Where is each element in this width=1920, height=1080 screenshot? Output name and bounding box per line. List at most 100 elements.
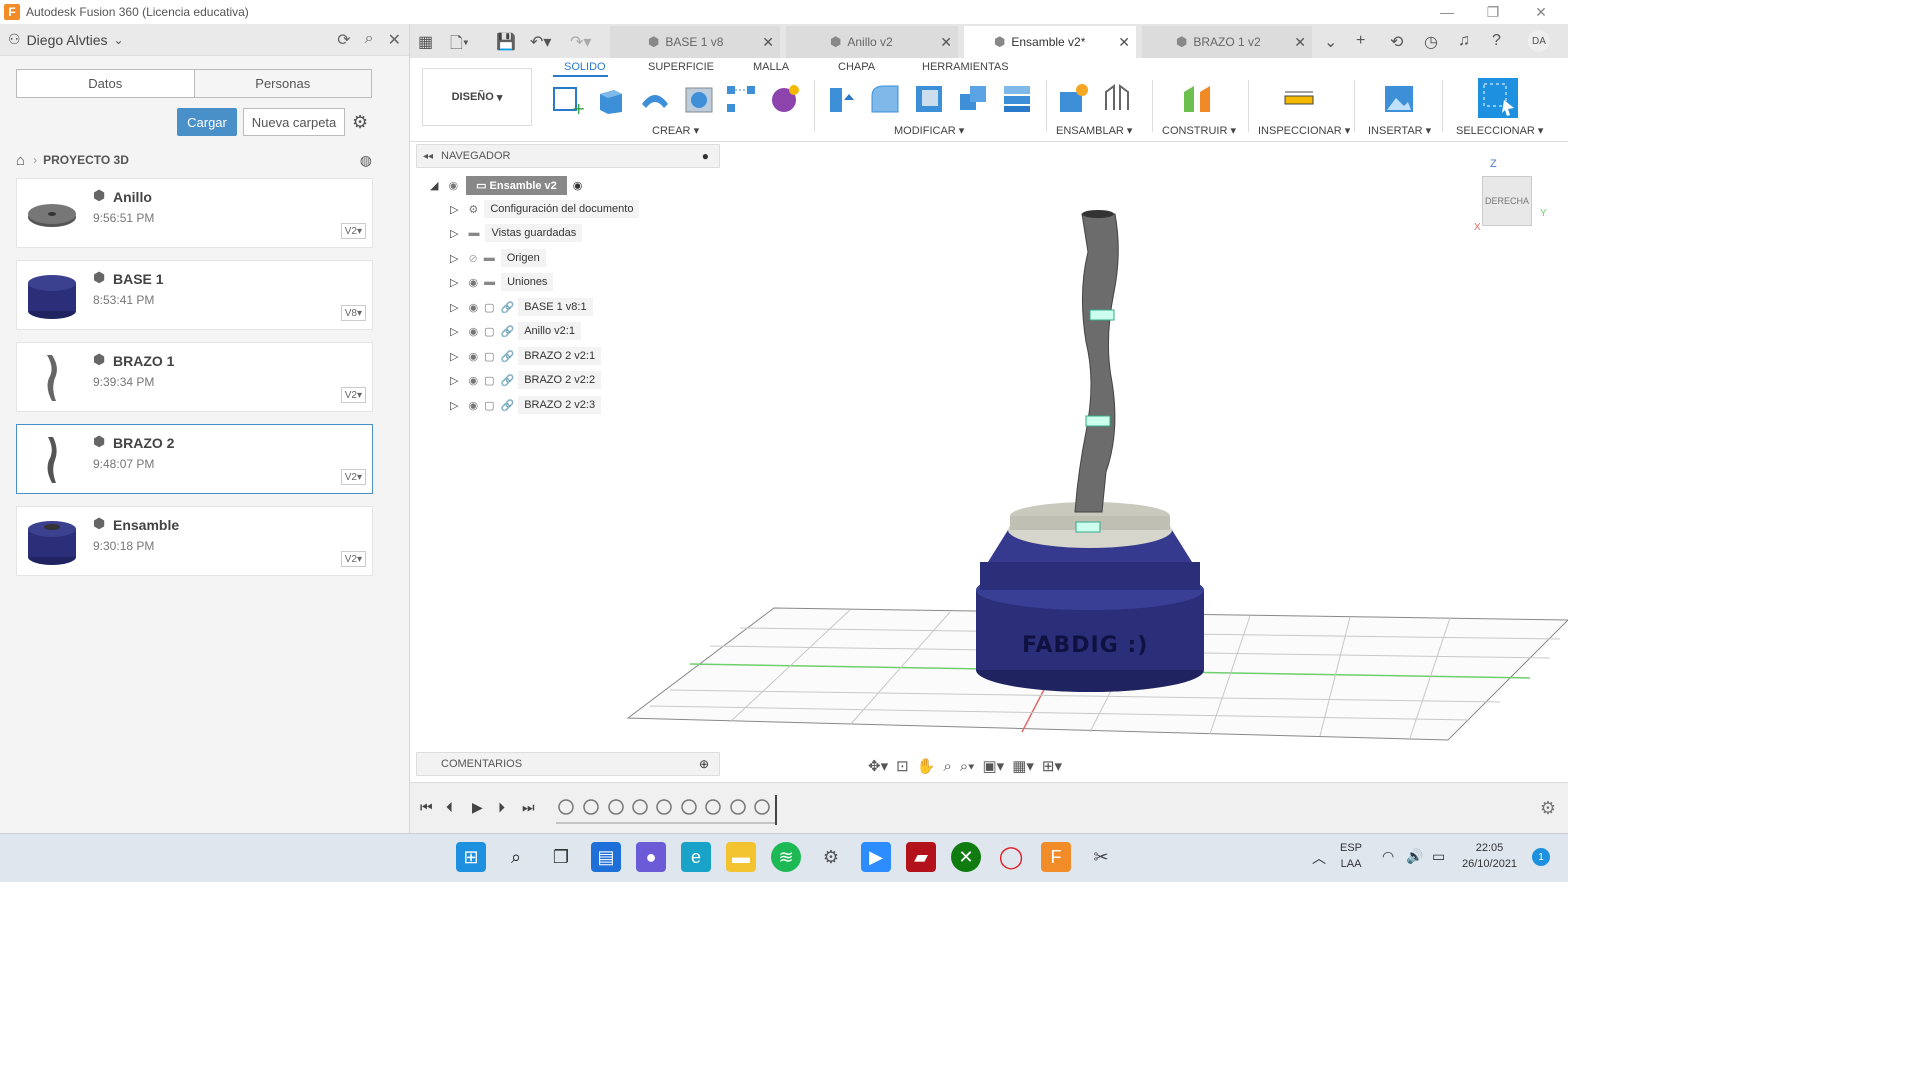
joint-icon[interactable]: [1100, 82, 1134, 116]
play-icon[interactable]: ▶: [472, 799, 483, 816]
version-dropdown[interactable]: V2 ▾: [340, 469, 366, 485]
close-button[interactable]: ✕: [1518, 0, 1564, 24]
settings-icon[interactable]: ⚙: [816, 842, 846, 872]
collapsed-triangle-icon[interactable]: ▷: [450, 325, 458, 338]
look-at-icon[interactable]: ⊡: [896, 757, 909, 775]
avatar[interactable]: DA: [1528, 30, 1550, 52]
group-inspeccionar[interactable]: INSPECCIONAR ▾: [1258, 124, 1350, 137]
radio-icon[interactable]: ◉: [573, 179, 583, 192]
hole-icon[interactable]: [682, 82, 716, 116]
doc-tab-active[interactable]: ⬢ Ensamble v2* ✕: [964, 26, 1136, 58]
offset-plane-icon[interactable]: [1180, 82, 1214, 116]
home-icon[interactable]: ⌂: [16, 152, 25, 169]
group-insertar[interactable]: INSERTAR ▾: [1368, 124, 1431, 137]
viewports-icon[interactable]: ⊞▾: [1042, 757, 1062, 775]
tree-item[interactable]: ▷ ⊘ ▬ Origen: [450, 247, 546, 269]
minimize-button[interactable]: —: [1424, 0, 1470, 24]
collapsed-triangle-icon[interactable]: ▷: [450, 399, 458, 412]
new-folder-button[interactable]: Nueva carpeta: [243, 108, 345, 136]
tree-item[interactable]: ▷ ◉ ▢ 🔗 Anillo v2:1: [450, 320, 581, 342]
fit-icon[interactable]: ⌕▾: [960, 758, 975, 775]
add-comment-icon[interactable]: ⊕: [699, 757, 709, 771]
snipping-tool-icon[interactable]: ✂: [1086, 842, 1116, 872]
tree-item[interactable]: ▷ ◉ ▢ 🔗 BRAZO 2 v2:2: [450, 369, 602, 391]
file-explorer-icon[interactable]: ▬: [726, 842, 756, 872]
save-icon[interactable]: 💾: [496, 32, 516, 52]
close-tab-icon[interactable]: ✕: [940, 34, 952, 51]
display-settings-icon[interactable]: ▣▾: [982, 757, 1004, 775]
edge-icon[interactable]: e: [681, 842, 711, 872]
project-name[interactable]: PROYECTO 3D: [43, 153, 129, 167]
joint-marker[interactable]: [1075, 521, 1101, 533]
measure-icon[interactable]: [1282, 82, 1316, 116]
version-dropdown[interactable]: V2 ▾: [340, 551, 366, 567]
close-tab-icon[interactable]: ✕: [1294, 34, 1306, 51]
file-card[interactable]: ⬢ BASE 1 8:53:41 PM V8 ▾: [16, 260, 373, 330]
group-seleccionar[interactable]: SELECCIONAR ▾: [1456, 124, 1543, 137]
fillet-icon[interactable]: [868, 82, 902, 116]
group-modificar[interactable]: MODIFICAR ▾: [894, 124, 964, 137]
joint-marker[interactable]: [1089, 309, 1115, 321]
skip-start-icon[interactable]: ⏮: [420, 799, 433, 816]
eye-hidden-icon[interactable]: ⊘: [468, 252, 477, 265]
pan-icon[interactable]: ✋: [917, 757, 936, 775]
tab-superficie[interactable]: SUPERFICIE: [648, 61, 714, 73]
group-crear[interactable]: CREAR ▾: [652, 124, 699, 137]
collapsed-triangle-icon[interactable]: ▷: [450, 203, 458, 216]
create-sketch-icon[interactable]: +: [550, 82, 584, 116]
start-icon[interactable]: ⊞: [456, 842, 486, 872]
zoom-app-icon[interactable]: ▶: [861, 842, 891, 872]
3d-viewport[interactable]: FABDIG :): [410, 142, 1568, 782]
file-card[interactable]: ⬢ Ensamble 9:30:18 PM V2 ▾: [16, 506, 373, 576]
press-pull-icon[interactable]: [824, 82, 858, 116]
view-cube[interactable]: DERECHA: [1482, 176, 1532, 226]
app-icon[interactable]: ▰: [906, 842, 936, 872]
settings-gear-icon[interactable]: ⚙: [1540, 798, 1556, 819]
joint-marker[interactable]: [1085, 415, 1111, 427]
restore-button[interactable]: ❐: [1470, 0, 1516, 24]
spotify-icon[interactable]: ≋: [771, 842, 801, 872]
skip-end-icon[interactable]: ⏭: [522, 799, 535, 816]
eye-icon[interactable]: ◉: [468, 301, 478, 314]
version-dropdown[interactable]: V2 ▾: [340, 223, 366, 239]
offset-faces-icon[interactable]: [1000, 82, 1034, 116]
group-ensamblar[interactable]: ENSAMBLAR ▾: [1056, 124, 1132, 137]
tab-personas[interactable]: Personas: [193, 70, 371, 97]
eye-icon[interactable]: ◉: [468, 325, 478, 338]
revolve-icon[interactable]: [638, 82, 672, 116]
collapsed-triangle-icon[interactable]: ▷: [450, 350, 458, 363]
tree-root[interactable]: ◢ ◉ ▭ Ensamble v2 ◉: [430, 174, 582, 196]
browser-panel-header[interactable]: ◂◂ NAVEGADOR ●: [416, 144, 720, 168]
extrude-icon[interactable]: [594, 82, 628, 116]
zoom-icon[interactable]: ⌕: [943, 758, 951, 775]
search-icon[interactable]: ⌕: [365, 30, 374, 50]
tab-chapa[interactable]: CHAPA: [838, 61, 875, 73]
pin-icon[interactable]: ●: [702, 149, 709, 163]
language-indicator[interactable]: ESP LAA: [1340, 840, 1362, 872]
eye-icon[interactable]: ◉: [468, 350, 478, 363]
tree-item[interactable]: ▷ ⚙ Configuración del documento: [450, 198, 640, 220]
tab-solido[interactable]: SOLIDO: [564, 61, 606, 73]
user-name[interactable]: Diego Alvties: [27, 32, 108, 48]
search-icon[interactable]: ⌕: [501, 842, 531, 872]
version-dropdown[interactable]: V8 ▾: [340, 305, 366, 321]
eye-icon[interactable]: ◉: [468, 399, 478, 412]
group-construir[interactable]: CONSTRUIR ▾: [1162, 124, 1236, 137]
eye-icon[interactable]: ◉: [448, 179, 458, 192]
bell-icon[interactable]: ♫: [1458, 32, 1470, 50]
workspace-dropdown[interactable]: DISEÑO ▾: [422, 68, 532, 126]
upload-button[interactable]: Cargar: [177, 108, 237, 136]
file-menu-icon[interactable]: 🗋▾: [450, 32, 469, 59]
step-forward-icon[interactable]: ⏵: [498, 799, 505, 816]
help-icon[interactable]: ?: [1492, 32, 1501, 50]
opera-icon[interactable]: ◯: [996, 842, 1026, 872]
tree-item[interactable]: ▷ ◉ ▬ Uniones: [450, 271, 554, 293]
rectangular-pattern-icon[interactable]: [724, 82, 758, 116]
orbit-icon[interactable]: ✥▾: [868, 757, 888, 775]
eye-icon[interactable]: ◉: [468, 374, 478, 387]
comments-panel[interactable]: COMENTARIOS ⊕: [416, 752, 720, 776]
doc-tab[interactable]: ⬢ Anillo v2 ✕: [786, 26, 958, 58]
version-dropdown[interactable]: V2 ▾: [340, 387, 366, 403]
tree-item[interactable]: ▷ ◉ ▢ 🔗 BASE 1 v8:1: [450, 296, 593, 318]
collapsed-triangle-icon[interactable]: ▷: [450, 252, 458, 265]
